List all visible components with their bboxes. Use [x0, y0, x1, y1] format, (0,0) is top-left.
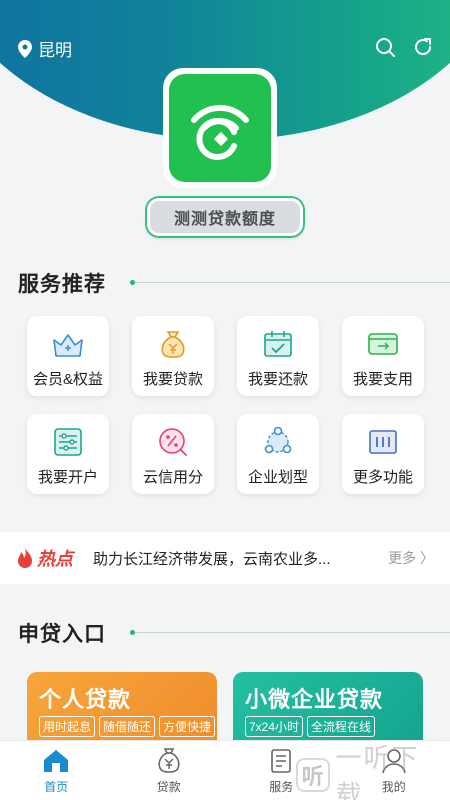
service-label: 我要还款	[247, 371, 308, 388]
service-loan[interactable]: 我要贷款	[132, 316, 214, 396]
loan-chip: 用时起息	[39, 716, 96, 737]
loan-entry-title: 申贷入口	[18, 623, 106, 646]
service-label: 我要支用	[352, 371, 413, 388]
service-membership[interactable]: 会员&权益	[27, 316, 109, 396]
hot-more-link[interactable]: 更多 〉	[388, 548, 434, 568]
loan-chip: 方便快捷	[159, 716, 216, 737]
watermark-icon: 听	[296, 758, 330, 792]
service-repay[interactable]: 我要还款	[237, 316, 319, 396]
location-selector[interactable]: 昆明	[18, 36, 72, 61]
location-pin-icon	[18, 39, 32, 58]
flame-icon	[18, 547, 32, 568]
loan-chip: 全流程在线	[307, 716, 376, 737]
hot-news-bar[interactable]: 热点 助力长江经济带发展，云南农业多... 更多 〉	[0, 532, 450, 584]
header: 昆明	[0, 0, 450, 190]
loan-chip: 随借随还	[99, 716, 156, 737]
loan-chip: 7x24小时	[245, 716, 304, 737]
more-label: 更多	[388, 550, 417, 566]
service-label: 云信用分	[142, 469, 203, 486]
chevron-right-icon: 〉	[416, 550, 434, 566]
nav-label: 首页	[44, 780, 69, 794]
loan-bag-icon	[158, 748, 180, 773]
loan-card-title: 个人贷款	[39, 687, 132, 712]
watermark-text: 一听下载	[335, 743, 420, 800]
card-transfer-icon	[368, 333, 398, 355]
service-label: 企业划型	[247, 469, 308, 486]
services-title: 服务推荐	[18, 273, 106, 296]
service-icon	[271, 749, 292, 773]
service-more[interactable]: 更多功能	[342, 414, 424, 494]
logo-icon	[191, 104, 249, 160]
nav-home[interactable]: 首页	[0, 741, 113, 800]
calendar-check-icon	[264, 331, 292, 357]
crown-icon	[53, 334, 83, 357]
services-divider	[130, 280, 450, 285]
hot-tag: 热点	[16, 545, 73, 571]
nav-label: 贷款	[156, 780, 181, 794]
service-label: 我要贷款	[142, 371, 203, 388]
app-logo	[163, 68, 277, 188]
quota-test-button[interactable]: 测测贷款额度	[147, 198, 303, 236]
watermark: 听 一听下载	[296, 743, 446, 800]
money-bag-icon	[161, 331, 185, 358]
loan-entry-divider	[130, 630, 450, 635]
service-enterprise-type[interactable]: 企业划型	[237, 414, 319, 494]
service-label: 更多功能	[352, 469, 413, 486]
location-label: 昆明	[38, 41, 72, 60]
service-label: 会员&权益	[32, 371, 103, 388]
network-icon	[264, 426, 292, 454]
search-icon[interactable]	[374, 36, 396, 58]
sliders-icon	[54, 428, 82, 456]
hot-news-text[interactable]: 助力长江经济带发展，云南农业多...	[93, 548, 343, 569]
nav-label: 服务	[269, 780, 294, 794]
nav-loan[interactable]: 贷款	[113, 741, 226, 800]
hot-label: 热点	[37, 549, 73, 569]
refresh-icon[interactable]	[412, 36, 434, 58]
more-grid-icon	[369, 430, 397, 454]
home-icon	[44, 750, 69, 772]
service-withdraw[interactable]: 我要支用	[342, 316, 424, 396]
percent-icon	[159, 428, 187, 456]
service-open-account[interactable]: 我要开户	[27, 414, 109, 494]
service-label: 我要开户	[37, 469, 98, 486]
loan-card-title: 小微企业贷款	[245, 687, 384, 712]
service-credit-score[interactable]: 云信用分	[132, 414, 214, 494]
